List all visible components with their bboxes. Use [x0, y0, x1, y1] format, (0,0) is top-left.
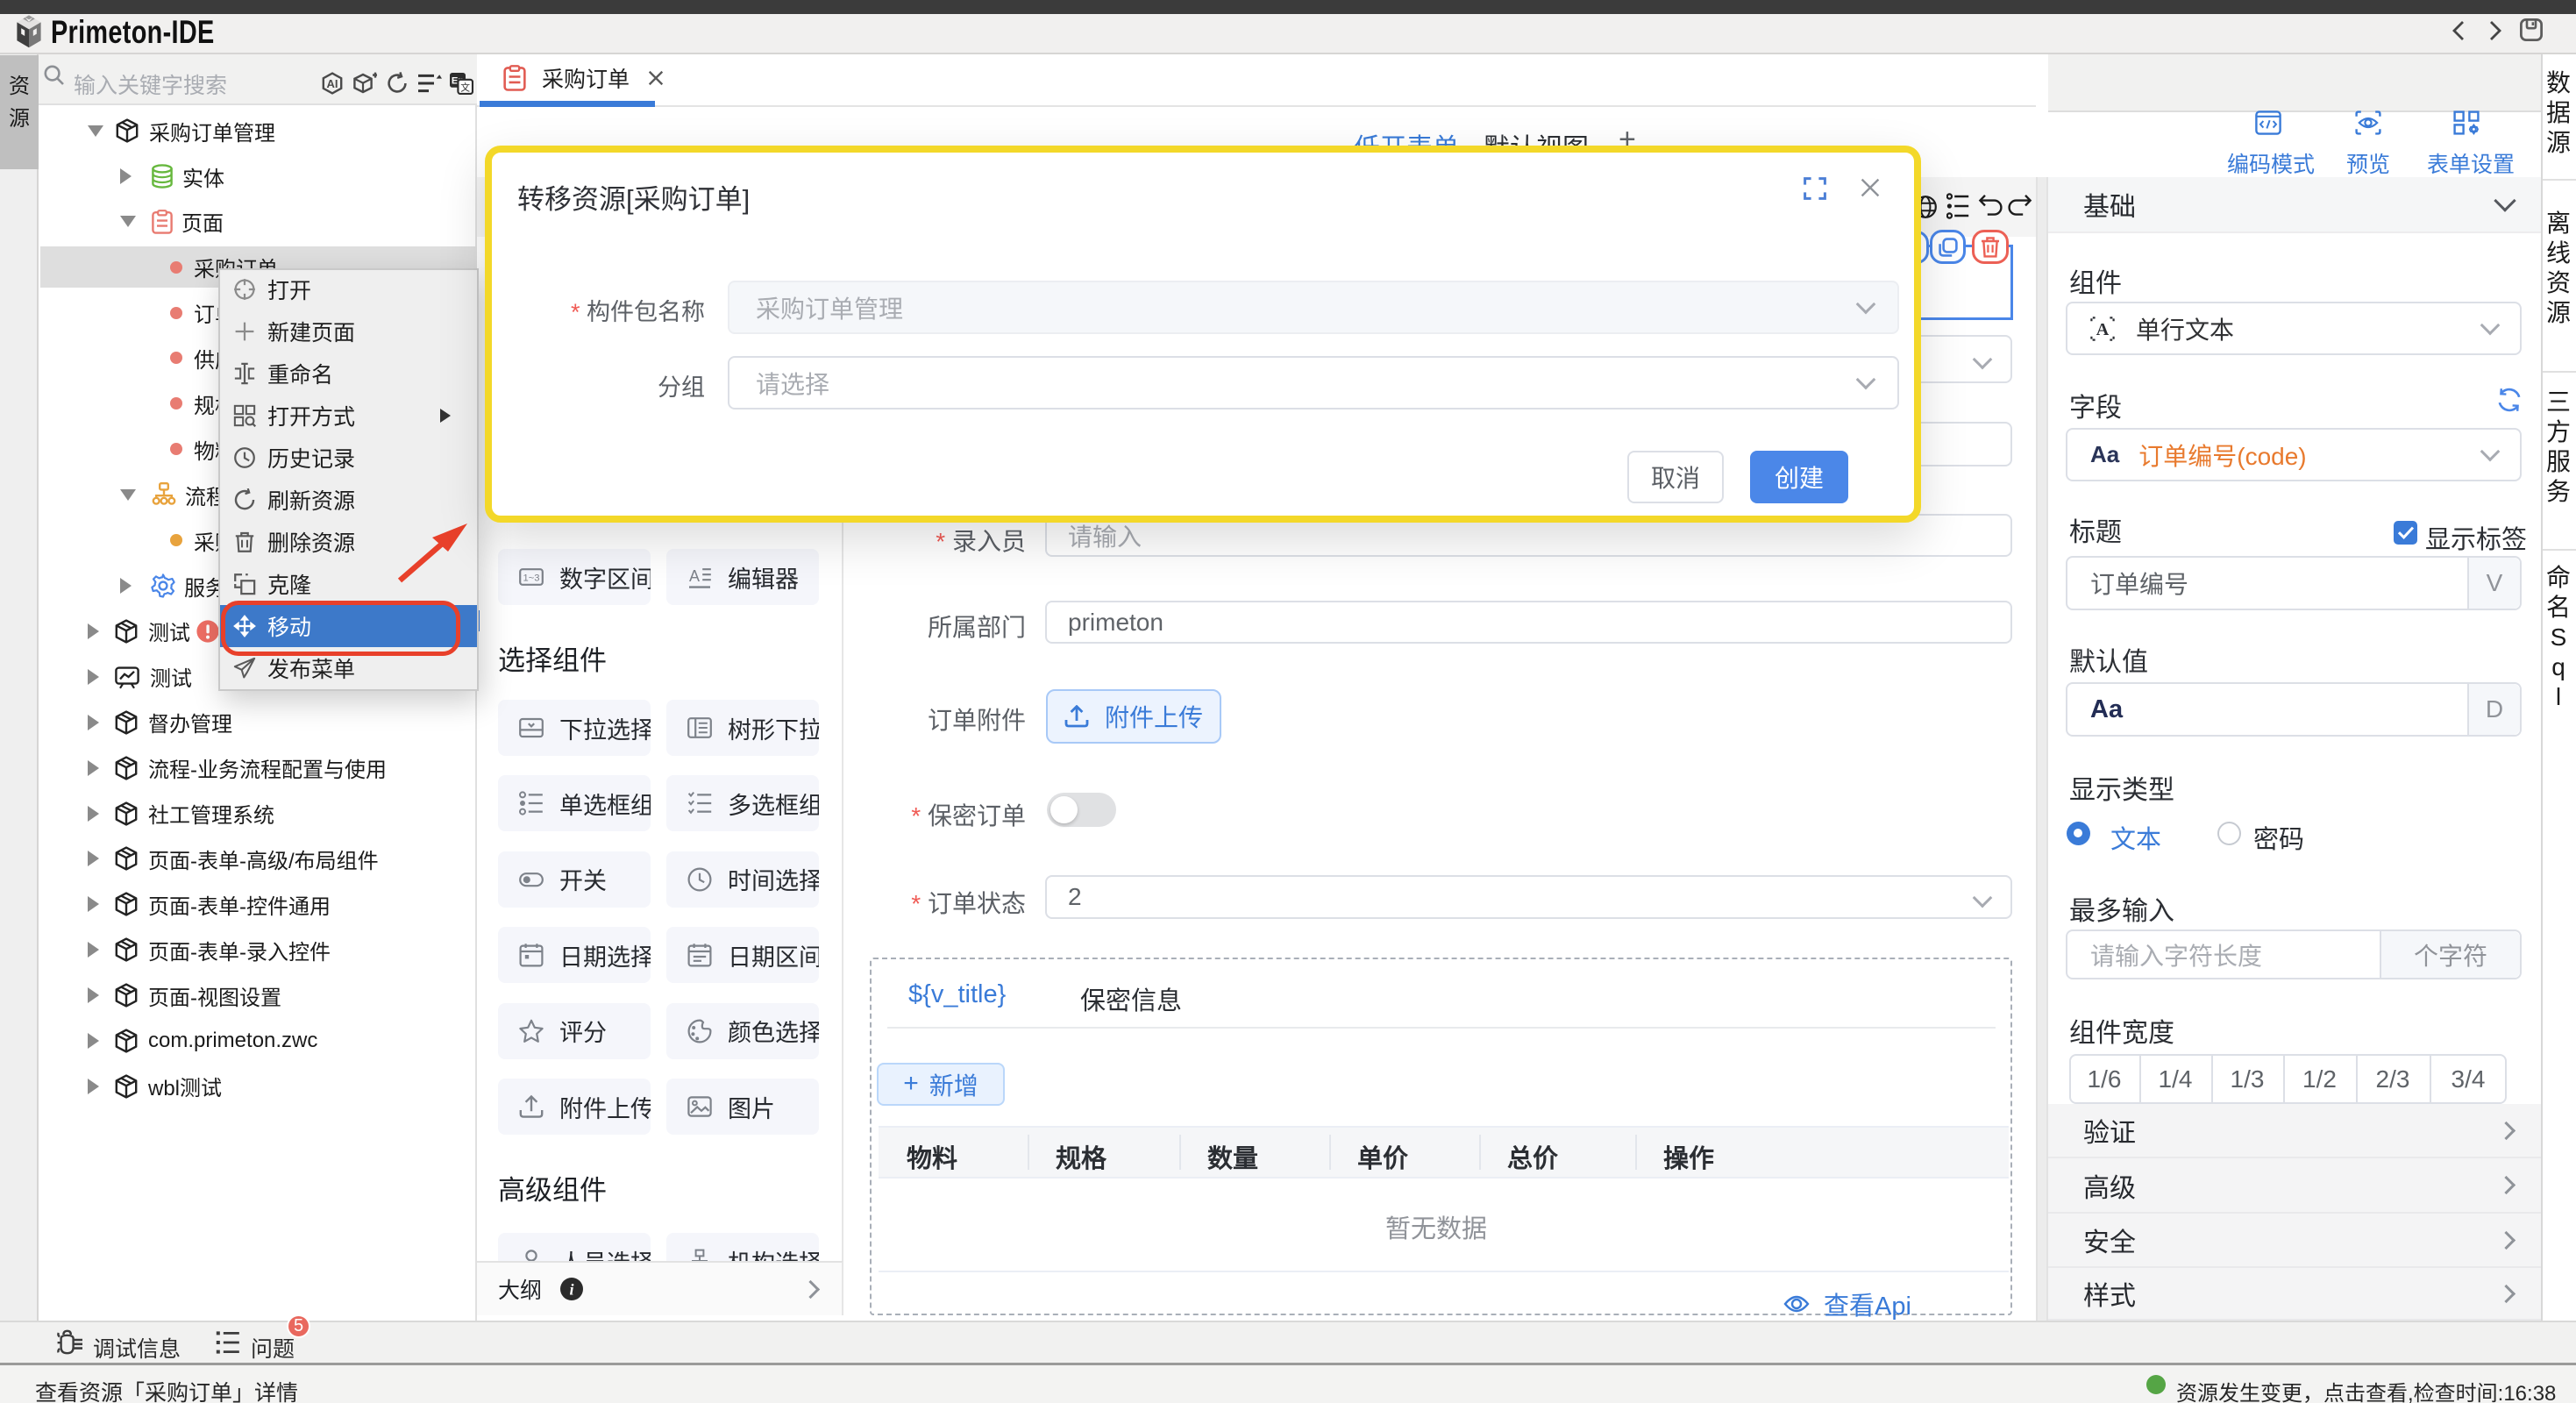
- svg-text:A: A: [2096, 320, 2110, 339]
- svg-text:文: 文: [460, 82, 470, 94]
- svg-text:1~3: 1~3: [523, 573, 540, 584]
- svg-text:A: A: [689, 567, 700, 585]
- svg-text:i: i: [570, 1281, 574, 1299]
- svg-text:AI: AI: [327, 77, 338, 90]
